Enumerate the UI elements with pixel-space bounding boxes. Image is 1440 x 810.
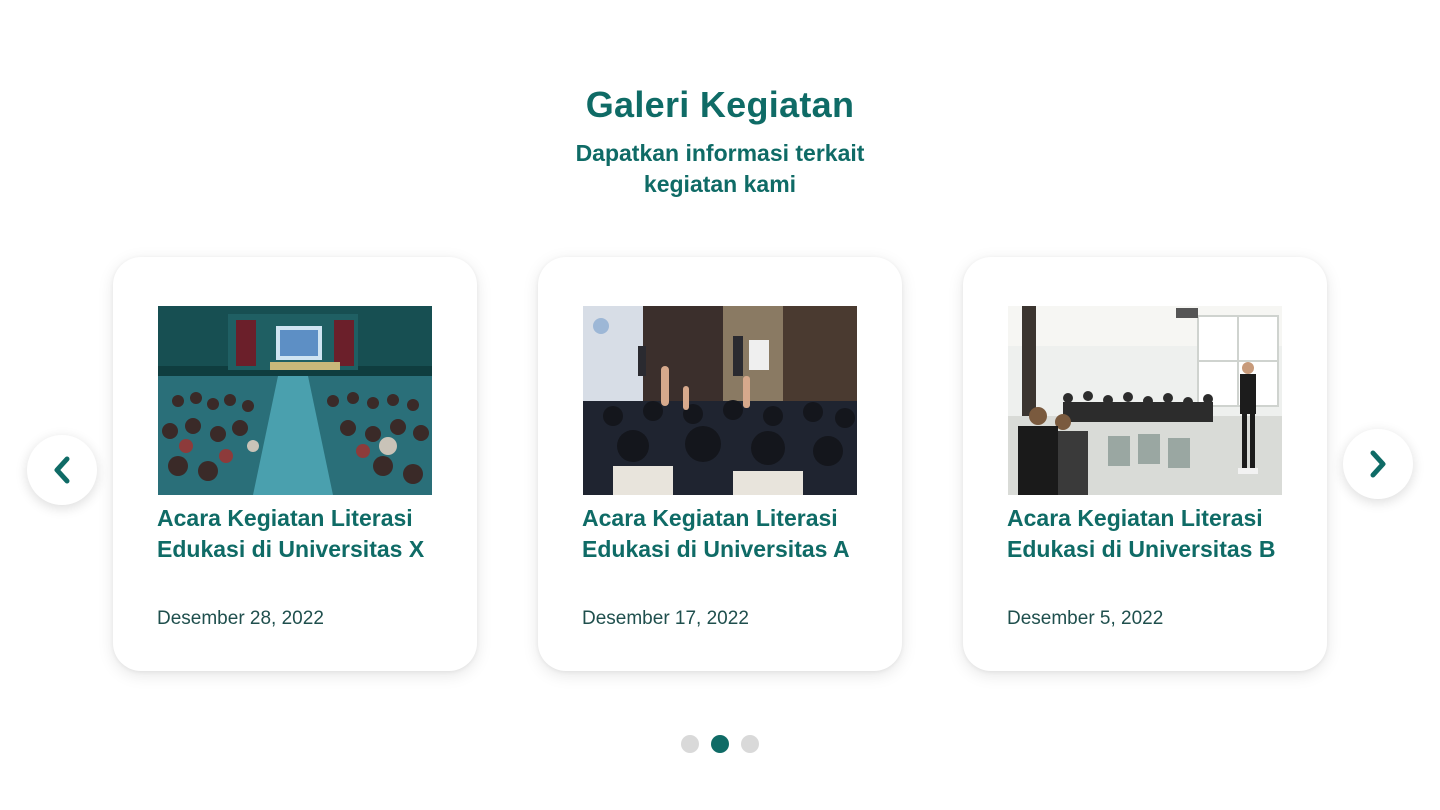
audience-raising-hands-photo	[583, 306, 857, 495]
pagination-dot-active[interactable]	[711, 735, 729, 753]
gallery-card[interactable]: Acara Kegiatan Literasi Edukasi di Unive…	[113, 257, 477, 671]
carousel-pagination	[681, 735, 759, 753]
gallery-card[interactable]: Acara Kegiatan Literasi Edukasi di Unive…	[963, 257, 1327, 671]
card-title[interactable]: Acara Kegiatan Literasi Edukasi di Unive…	[1007, 503, 1307, 565]
card-date: Desember 28, 2022	[157, 608, 324, 629]
auditorium-lecture-photo	[158, 306, 432, 495]
card-title[interactable]: Acara Kegiatan Literasi Edukasi di Unive…	[582, 503, 882, 565]
workshop-speaker-photo	[1008, 306, 1282, 495]
card-date: Desember 17, 2022	[582, 608, 749, 629]
gallery-carousel: Acara Kegiatan Literasi Edukasi di Unive…	[0, 0, 1440, 810]
carousel-next-button[interactable]	[1343, 429, 1413, 499]
pagination-dot[interactable]	[741, 735, 759, 753]
gallery-card[interactable]: Acara Kegiatan Literasi Edukasi di Unive…	[538, 257, 902, 671]
chevron-left-icon	[54, 456, 70, 484]
card-date: Desember 5, 2022	[1007, 608, 1164, 629]
card-title[interactable]: Acara Kegiatan Literasi Edukasi di Unive…	[157, 503, 457, 565]
carousel-prev-button[interactable]	[27, 435, 97, 505]
chevron-right-icon	[1370, 450, 1386, 478]
pagination-dot[interactable]	[681, 735, 699, 753]
